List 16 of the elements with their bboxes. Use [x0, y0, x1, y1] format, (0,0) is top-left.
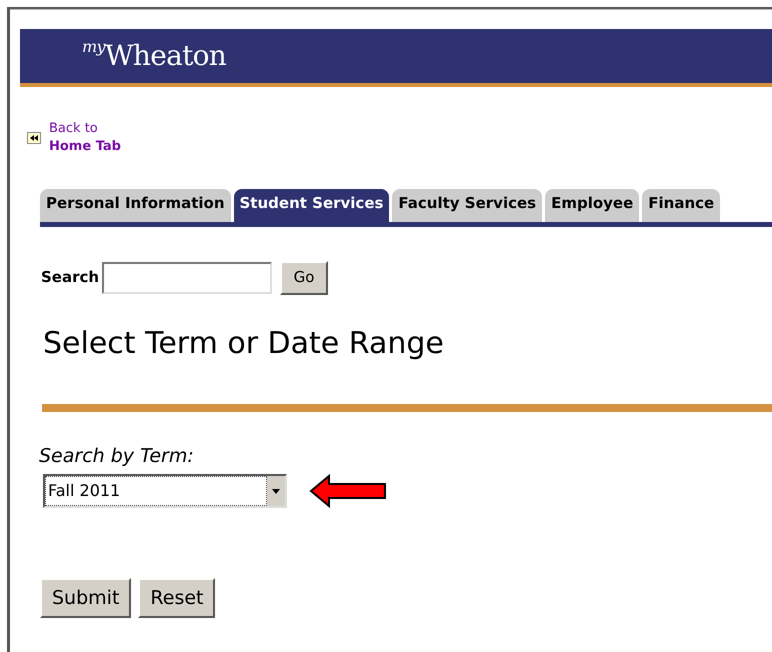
nav-tab[interactable]: Student Services: [234, 189, 390, 222]
page-title: Select Term or Date Range: [43, 324, 445, 362]
nav-tab[interactable]: Faculty Services: [392, 189, 542, 222]
go-button[interactable]: Go: [280, 260, 328, 294]
nav-tab[interactable]: Employee: [545, 189, 640, 222]
arrow-icon: [309, 474, 387, 508]
term-dropdown[interactable]: Fall 2011: [43, 474, 287, 508]
term-label: Search by Term:: [39, 444, 195, 468]
back-icon[interactable]: [27, 132, 41, 144]
search-field[interactable]: [102, 262, 272, 294]
form-button[interactable]: Reset: [138, 578, 216, 618]
form-button[interactable]: Submit: [40, 578, 132, 618]
search-label: Search: [41, 267, 100, 288]
nav-tab[interactable]: Finance: [642, 189, 720, 222]
nav-tab[interactable]: Personal Information: [40, 189, 230, 222]
back-to-home-link[interactable]: Back to Home Tab: [49, 120, 121, 156]
